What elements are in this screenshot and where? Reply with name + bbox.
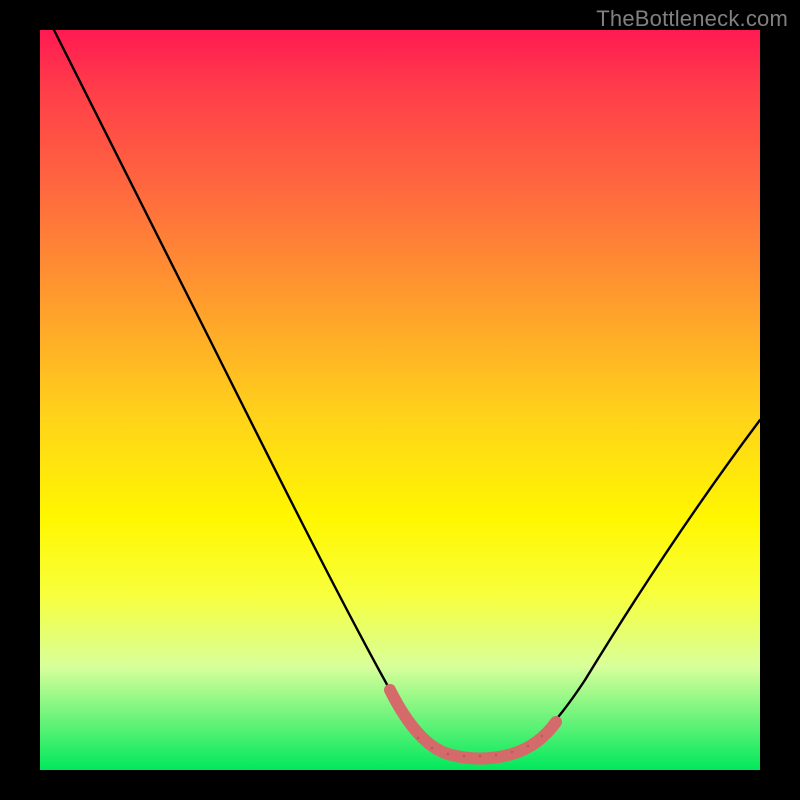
curve-layer [40,30,760,770]
chart-frame: TheBottleneck.com [0,0,800,800]
optimal-range-marker [390,690,556,759]
bottleneck-curve [54,30,760,755]
plot-area [40,30,760,770]
watermark-text: TheBottleneck.com [596,6,788,32]
